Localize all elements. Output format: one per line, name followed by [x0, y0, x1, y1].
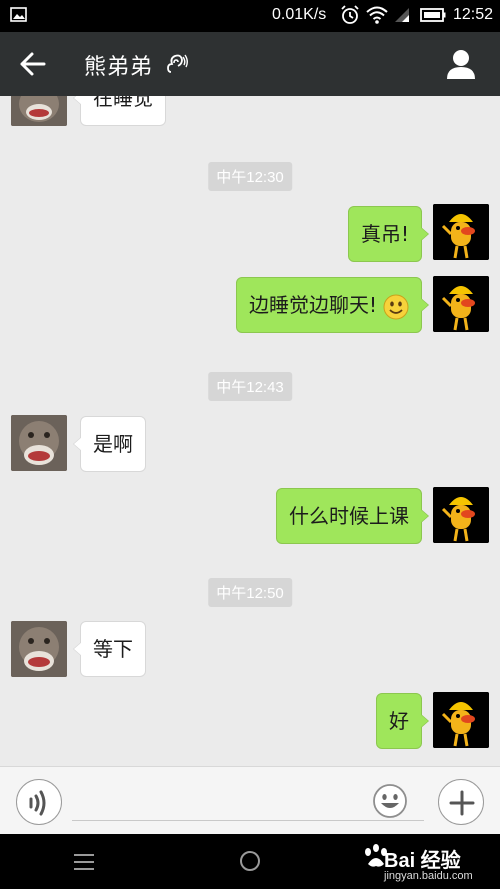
menu-icon[interactable] [72, 852, 96, 872]
message-timestamp: 中午12:43 [208, 372, 292, 401]
earpiece-icon [167, 54, 188, 73]
message-bubble-me[interactable]: 真吊! [347, 206, 430, 262]
clock: 12:52 [453, 6, 494, 23]
my-avatar[interactable] [433, 692, 489, 748]
voice-button[interactable] [16, 779, 62, 825]
plus-icon [449, 790, 475, 816]
peer-avatar[interactable] [11, 415, 67, 471]
profile-icon[interactable] [444, 47, 478, 81]
message-timestamp: 中午12:30 [208, 162, 292, 191]
smile-emoji-icon [383, 294, 409, 319]
my-avatar[interactable] [433, 276, 489, 332]
wifi-icon [366, 6, 388, 24]
my-avatar[interactable] [433, 204, 489, 260]
my-avatar[interactable] [433, 487, 489, 543]
message-text: 边睡觉边聊天! [248, 293, 377, 317]
alarm-icon [341, 5, 359, 24]
message-bubble-peer[interactable]: 在睡觉 [73, 96, 166, 126]
image-icon [10, 7, 27, 22]
watermark-brand: Bai 经验 [384, 850, 461, 872]
message-bubble-me[interactable]: 边睡觉边聊天! [235, 277, 430, 333]
chat-header: 熊弟弟 [0, 32, 500, 96]
peer-avatar[interactable] [11, 96, 67, 126]
voice-icon [29, 790, 46, 816]
emoji-icon[interactable] [372, 783, 408, 819]
more-button[interactable] [438, 779, 484, 825]
signal-icon [395, 8, 409, 22]
network-speed: 0.01K/s [272, 6, 327, 23]
message-bubble-peer[interactable]: 等下 [73, 621, 146, 677]
message-bubble-me[interactable]: 什么时候上课 [276, 488, 429, 544]
back-arrow-icon[interactable] [18, 50, 48, 78]
home-icon[interactable] [238, 849, 262, 873]
battery-icon [420, 8, 446, 22]
input-bar [0, 766, 500, 834]
message-list[interactable]: 在睡觉 中午12:30 真吊! 边睡觉边聊天! 中午12:43 是啊 什么时候上… [0, 96, 500, 766]
message-bubble-peer[interactable]: 是啊 [73, 416, 146, 472]
message-timestamp: 中午12:50 [208, 578, 292, 607]
watermark-url: jingyan.baidu.com [384, 870, 473, 882]
contact-name: 熊弟弟 [84, 55, 154, 80]
status-bar: 0.01K/s 12:52 [0, 0, 500, 32]
peer-avatar[interactable] [11, 621, 67, 677]
message-bubble-me[interactable]: 好 [376, 693, 429, 749]
